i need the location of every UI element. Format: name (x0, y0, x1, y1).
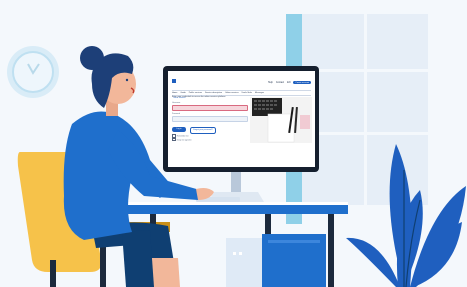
keep-signed-in-label: Keep me signed in (176, 138, 192, 141)
nav-item-service-description[interactable]: Service description (205, 92, 222, 94)
site-logo: Online Services (172, 79, 186, 99)
nav-item-online-services[interactable]: Online services (225, 92, 239, 94)
login-prompt: Enter your credentials to access the onl… (172, 96, 226, 98)
sticky-note (300, 115, 310, 129)
checkbox-icon (172, 137, 176, 142)
username-label: Username (172, 102, 181, 104)
nav-item-home[interactable]: Home (172, 92, 177, 94)
nav-item-messages[interactable]: Messages (255, 92, 264, 94)
password-field[interactable] (172, 116, 248, 122)
username-field[interactable] (172, 105, 248, 111)
keep-signed-in-checkbox[interactable]: Keep me signed in (172, 137, 202, 142)
top-link-help[interactable]: Help (268, 81, 273, 84)
password-label: Password (172, 113, 180, 115)
create-account-button[interactable]: Create account (293, 81, 311, 84)
monitor-screen: Online Services Help Contact EN Create a… (168, 71, 315, 167)
nav-item-guide[interactable]: Guide (180, 92, 185, 94)
top-link-language[interactable]: EN (287, 81, 290, 84)
nav-item-public-services[interactable]: Public services (189, 92, 202, 94)
wall-clock-icon (7, 46, 59, 98)
computer-tower (226, 234, 326, 287)
forgot-password-button[interactable]: Forgot your password? (190, 127, 216, 134)
logo-mark (172, 79, 176, 83)
top-bar: Help Contact EN Create account (268, 81, 311, 84)
nav-item-useful-links[interactable]: Useful links (242, 92, 252, 94)
login-button[interactable]: Log in (172, 127, 186, 132)
top-link-contact[interactable]: Contact (276, 81, 284, 84)
desk-photo (250, 97, 312, 143)
